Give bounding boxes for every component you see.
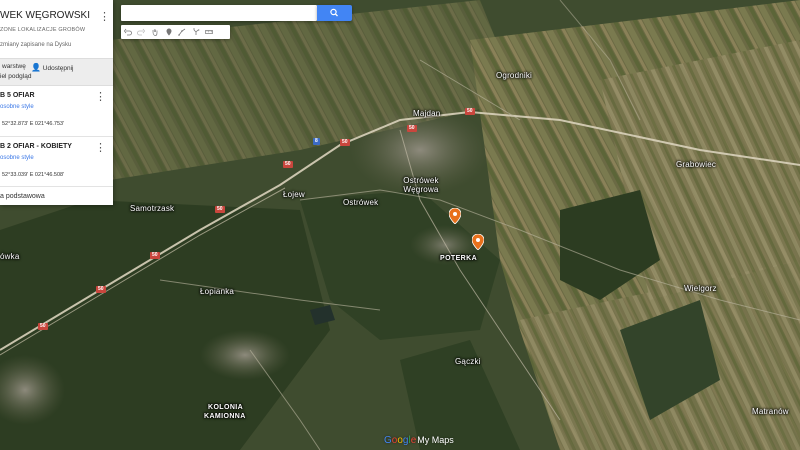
search-box	[121, 5, 317, 25]
redo-icon	[137, 28, 146, 36]
layer-item-coords[interactable]: 52°33.039' E 021°46.508'	[2, 172, 64, 178]
place-label: Wielgorz	[684, 284, 717, 293]
layer-title[interactable]: B 2 OFIAR - KOBIETY	[0, 143, 72, 150]
place-label: KAMIONNA	[204, 413, 246, 420]
place-label-text: Ostrówek Węgrowa	[403, 176, 439, 194]
place-label: Gączki	[455, 357, 481, 366]
ruler-icon	[205, 30, 214, 34]
add-person-icon: 👤	[31, 63, 41, 72]
route-icon	[192, 28, 199, 35]
line-icon	[178, 28, 186, 36]
place-label: Ostrówek	[343, 198, 379, 207]
place-label: Matranów	[752, 407, 789, 416]
layer-options-icon[interactable]: ⋮	[95, 142, 106, 154]
add-marker-button[interactable]	[162, 25, 176, 39]
place-label: Majdan	[413, 109, 441, 118]
google-my-maps-logo: GoogleMy Maps	[384, 435, 454, 446]
panel-toolbar: warstwę 👤 Udostępnij iel podgląd	[0, 58, 113, 86]
marker-icon	[166, 28, 172, 36]
map-legend-panel: WEK WĘGROWSKI ⋮ ZONE LOKALIZACJE GROBÓW …	[0, 0, 113, 205]
undo-button[interactable]	[121, 25, 135, 39]
layer-options-icon[interactable]: ⋮	[95, 91, 106, 103]
add-layer-button[interactable]: warstwę	[2, 63, 26, 70]
map-tools	[121, 25, 230, 39]
redo-button[interactable]	[135, 25, 149, 39]
route-shield: 50	[38, 323, 48, 330]
place-label: Grabowiec	[676, 160, 717, 169]
logo-letter: G	[384, 435, 392, 446]
map-marker-pin[interactable]	[449, 208, 461, 224]
route-shield: 50	[150, 252, 160, 259]
place-label: KOLONIA	[208, 404, 244, 411]
preview-button[interactable]: iel podgląd	[0, 73, 31, 80]
place-label: ówka	[0, 252, 20, 261]
place-label: Samotrzask	[130, 204, 175, 213]
map-canvas[interactable]: Ogrodniki Majdan Grabowiec Łojew Ostrówe…	[0, 0, 800, 450]
layer-item-coords[interactable]: 52°32.873' E 021°46.753'	[2, 121, 64, 127]
logo-text: My Maps	[417, 435, 454, 445]
route-shield: 50	[283, 161, 293, 168]
route-shield: 50	[215, 206, 225, 213]
more-options-icon[interactable]: ⋮	[99, 11, 110, 23]
search-button[interactable]	[317, 5, 352, 21]
route-shield: 50	[407, 125, 417, 132]
route-shield: 50	[465, 108, 475, 115]
draw-line-button[interactable]	[175, 25, 189, 39]
hand-icon	[152, 29, 158, 36]
place-label: POTERKA	[440, 255, 478, 262]
route-shield: 8	[313, 138, 320, 145]
base-map-toggle[interactable]: a podstawowa	[0, 193, 45, 200]
layer-section: B 5 OFIAR ⋮ osobne style 52°32.873' E 02…	[0, 86, 113, 137]
directions-button[interactable]	[189, 25, 203, 39]
share-button[interactable]: 👤 Udostępnij	[31, 63, 74, 72]
marker-icon	[472, 234, 484, 250]
route-shield: 50	[340, 139, 350, 146]
measure-button[interactable]	[203, 25, 217, 39]
place-label: Łopianka	[200, 287, 235, 296]
save-status: zmiany zapisane na Dysku	[0, 42, 72, 48]
search-input[interactable]	[121, 8, 317, 25]
map-marker-pin[interactable]	[472, 234, 484, 250]
place-label: Łojew	[283, 190, 305, 199]
individual-styles-link[interactable]: osobne style	[0, 104, 34, 110]
marker-icon	[449, 208, 461, 224]
satellite-imagery	[0, 0, 800, 450]
pan-tool-button[interactable]	[148, 25, 162, 39]
place-label: Ogrodniki	[496, 71, 533, 80]
share-label: Udostępnij	[42, 65, 74, 72]
logo-letter: e	[410, 435, 417, 446]
map-description[interactable]: ZONE LOKALIZACJE GROBÓW	[0, 27, 85, 33]
individual-styles-link[interactable]: osobne style	[0, 155, 34, 161]
place-label: Ostrówek Węgrowa	[399, 176, 443, 194]
layer-title[interactable]: B 5 OFIAR	[0, 92, 35, 99]
search-icon	[330, 8, 338, 17]
layer-section: B 2 OFIAR - KOBIETY ⋮ osobne style 52°33…	[0, 137, 113, 187]
route-shield: 50	[96, 286, 106, 293]
map-title[interactable]: WEK WĘGROWSKI	[0, 10, 90, 21]
undo-icon	[123, 28, 132, 36]
